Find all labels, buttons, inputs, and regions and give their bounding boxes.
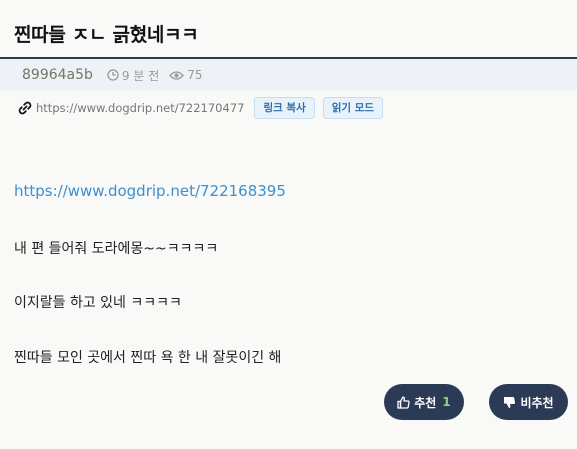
- upvote-label: 추천: [414, 395, 437, 410]
- author-name[interactable]: 89964a5b: [22, 67, 93, 83]
- thumbs-down-icon: [504, 396, 516, 408]
- downvote-button[interactable]: 비추천: [489, 384, 568, 420]
- post-meta-bar: 89964a5b 9 분 전 75: [0, 59, 577, 91]
- eye-icon: [169, 70, 185, 80]
- thumbs-up-icon: [397, 395, 410, 409]
- view-count-text: 75: [187, 68, 203, 82]
- view-count: 75: [169, 68, 203, 82]
- post-url[interactable]: https://www.dogdrip.net/722170477: [36, 101, 244, 115]
- post-link-row: https://www.dogdrip.net/722170477 링크 복사 …: [18, 96, 384, 120]
- body-line-3: 찐따들 모인 곳에서 찐따 욕 한 내 잘못이긴 해: [14, 350, 282, 366]
- upvote-button[interactable]: 추천 1: [384, 384, 464, 420]
- clock-icon: [107, 69, 119, 81]
- read-mode-button[interactable]: 읽기 모드: [322, 97, 384, 119]
- copy-link-button[interactable]: 링크 복사: [254, 97, 315, 119]
- body-line-1: 내 편 들어줘 도라에몽~~ㅋㅋㅋㅋ: [14, 241, 219, 257]
- body-line-2: 이지랄들 하고 있네 ㅋㅋㅋㅋ: [14, 295, 182, 311]
- post-title: 찐따들 ㅈㄴ 긁혔네ㅋㅋ: [14, 24, 199, 46]
- downvote-label: 비추천: [520, 395, 554, 410]
- link-icon: [18, 101, 32, 115]
- post-time-text: 9 분 전: [121, 68, 160, 83]
- body-link[interactable]: https://www.dogdrip.net/722168395: [14, 182, 286, 200]
- upvote-count: 1: [442, 395, 451, 409]
- post-time: 9 분 전: [107, 67, 159, 84]
